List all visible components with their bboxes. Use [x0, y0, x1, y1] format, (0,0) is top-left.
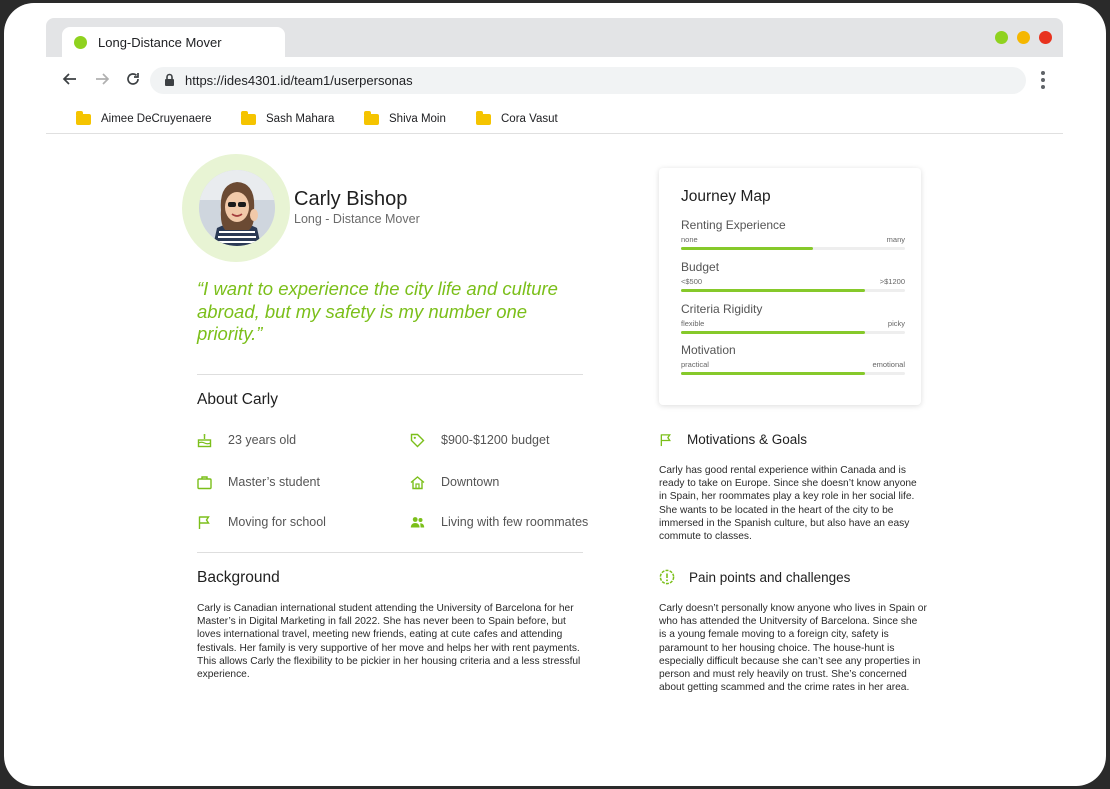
- scale-fill: [681, 289, 865, 292]
- avatar: [199, 170, 275, 246]
- bookmark-cora[interactable]: Cora Vasut: [476, 109, 558, 129]
- scale-label: Motivation: [681, 343, 736, 357]
- bookmark-label: Aimee DeCruyenaere: [101, 113, 212, 125]
- screenshot-frame: Long-Distance Mover https://ides4301.id/…: [4, 3, 1106, 786]
- reload-icon[interactable]: [123, 71, 143, 91]
- avatar-ring: [182, 154, 290, 262]
- fact-label: Downtown: [441, 475, 500, 489]
- divider: [197, 374, 583, 375]
- fact-age: 23 years old: [197, 431, 296, 449]
- pain-points-text: Carly doesn’t personally know anyone who…: [659, 603, 927, 694]
- window-maximize-icon[interactable]: [995, 31, 1008, 44]
- journey-map-card: Journey Map Renting Experience none many…: [659, 168, 921, 405]
- scale-min-label: flexible: [681, 319, 705, 328]
- persona-role: Long - Distance Mover: [294, 212, 420, 226]
- lock-icon: [164, 73, 175, 92]
- bookmark-shiva[interactable]: Shiva Moin: [364, 109, 446, 129]
- bookmark-label: Shiva Moin: [389, 113, 446, 125]
- scale-max-label: picky: [887, 319, 905, 328]
- alert-badge-icon: [659, 569, 675, 585]
- briefcase-icon: [197, 475, 212, 489]
- browser-tab[interactable]: Long-Distance Mover: [62, 27, 285, 57]
- divider: [197, 552, 583, 553]
- bookmarks-bar: Aimee DeCruyenaere Sash Mahara Shiva Moi…: [46, 105, 1063, 134]
- scale-fill: [681, 372, 865, 375]
- journey-criteria-rigidity: Criteria Rigidity flexible picky: [681, 302, 905, 342]
- tab-bar: Long-Distance Mover: [46, 18, 1063, 57]
- journey-map-title: Journey Map: [681, 188, 771, 205]
- journey-renting-experience: Renting Experience none many: [681, 218, 905, 258]
- fact-label: Master’s student: [228, 475, 320, 489]
- background-heading: Background: [197, 569, 280, 586]
- scale-label: Budget: [681, 260, 720, 274]
- bookmark-aimee[interactable]: Aimee DeCruyenaere: [76, 109, 212, 129]
- browser-window: Long-Distance Mover https://ides4301.id/…: [46, 18, 1063, 786]
- about-heading: About Carly: [197, 391, 278, 408]
- folder-icon: [241, 110, 256, 125]
- scale-fill: [681, 247, 814, 250]
- scale-fill: [681, 331, 865, 334]
- url-input[interactable]: https://ides4301.id/team1/userpersonas: [150, 67, 1026, 94]
- browser-menu-icon[interactable]: [1036, 69, 1050, 93]
- tab-title: Long-Distance Mover: [98, 35, 222, 50]
- scale-label: Renting Experience: [681, 218, 786, 232]
- back-arrow-icon[interactable]: [60, 71, 80, 91]
- cake-icon: [197, 433, 212, 447]
- fact-occupation: Master’s student: [197, 473, 320, 491]
- motivations-header: Motivations & Goals: [659, 432, 807, 447]
- pain-points-header: Pain points and challenges: [659, 569, 850, 585]
- scale-max-label: emotional: [872, 360, 905, 369]
- fact-reason: Moving for school: [197, 513, 326, 531]
- scale-track: [681, 372, 905, 375]
- scale-min-label: practical: [681, 360, 709, 369]
- fact-label: Living with few roommates: [441, 515, 589, 529]
- fact-location: Downtown: [410, 473, 499, 491]
- tab-favicon-icon: [74, 36, 87, 49]
- pain-points-heading: Pain points and challenges: [689, 569, 851, 585]
- motivations-heading: Motivations & Goals: [687, 432, 808, 447]
- people-icon: [410, 516, 425, 527]
- fact-label: $900-$1200 budget: [441, 433, 550, 447]
- scale-label: Criteria Rigidity: [681, 302, 763, 316]
- bookmark-label: Cora Vasut: [501, 113, 558, 125]
- scale-track: [681, 331, 905, 334]
- fact-label: 23 years old: [228, 433, 297, 447]
- folder-icon: [476, 110, 491, 125]
- persona-name: Carly Bishop: [294, 188, 408, 210]
- bookmark-label: Sash Mahara: [266, 113, 335, 125]
- persona-quote: “I want to experience the city life and …: [197, 278, 558, 344]
- home-icon: [410, 475, 425, 489]
- window-close-icon[interactable]: [1039, 31, 1052, 44]
- fact-roommates: Living with few roommates: [410, 513, 588, 531]
- flag-icon: [198, 515, 210, 529]
- journey-budget: Budget <$500 >$1200: [681, 260, 905, 300]
- fact-label: Moving for school: [228, 515, 326, 529]
- folder-icon: [76, 110, 91, 125]
- url-text: https://ides4301.id/team1/userpersonas: [185, 73, 413, 88]
- forward-arrow-icon[interactable]: [92, 71, 112, 91]
- tag-icon: [410, 433, 425, 447]
- scale-max-label: many: [886, 235, 905, 244]
- motivations-text: Carly has good rental experience within …: [659, 465, 917, 543]
- scale-track: [681, 289, 905, 292]
- bookmark-sash[interactable]: Sash Mahara: [241, 109, 334, 129]
- scale-min-label: <$500: [681, 277, 703, 286]
- scale-max-label: >$1200: [879, 277, 905, 286]
- address-bar: https://ides4301.id/team1/userpersonas: [46, 57, 1063, 105]
- fact-budget: $900-$1200 budget: [410, 431, 549, 449]
- journey-motivation: Motivation practical emotional: [681, 343, 905, 383]
- window-minimize-icon[interactable]: [1017, 31, 1030, 44]
- scale-track: [681, 247, 905, 250]
- folder-icon: [364, 110, 379, 125]
- scale-min-label: none: [681, 235, 698, 244]
- flag-icon: [660, 433, 671, 446]
- background-text: Carly is Canadian international student …: [197, 603, 581, 681]
- persona-page: Carly Bishop Long - Distance Mover “I wa…: [46, 134, 1063, 786]
